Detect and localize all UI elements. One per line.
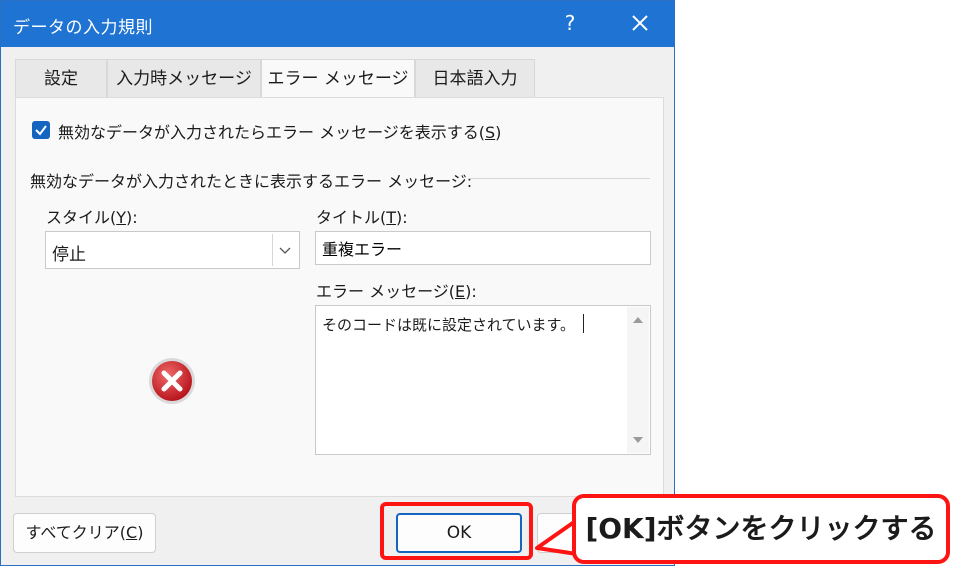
tab-settings[interactable]: 設定 <box>15 59 107 97</box>
scroll-up-icon[interactable] <box>633 317 643 323</box>
style-select-value: 停止 <box>52 245 86 265</box>
stop-error-icon <box>149 358 195 404</box>
style-label: スタイル(Y): <box>46 208 138 227</box>
select-divider <box>272 234 273 266</box>
data-validation-dialog: データの入力規則 ? 設定 入力時メッセージ エラー メッセージ 日本語入力 無… <box>0 0 675 566</box>
help-icon[interactable]: ? <box>558 11 582 35</box>
error-message-label: エラー メッセージ(E): <box>316 282 477 301</box>
show-error-checkbox[interactable] <box>32 121 50 139</box>
show-error-checkbox-label[interactable]: 無効なデータが入力されたらエラー メッセージを表示する(S) <box>58 119 501 143</box>
title-input[interactable] <box>315 231 651 265</box>
scrollbar[interactable] <box>627 307 649 453</box>
ok-highlight-box <box>380 502 533 560</box>
scroll-down-icon[interactable] <box>633 437 643 443</box>
instruction-callout: [OK]ボタンをクリックする <box>572 494 950 564</box>
tab-input-message[interactable]: 入力時メッセージ <box>107 59 261 97</box>
error-message-text: そのコードは既に設定されています。 <box>322 316 576 334</box>
group-divider <box>468 178 650 179</box>
style-select[interactable]: 停止 <box>45 231 300 269</box>
text-caret <box>583 314 584 333</box>
chevron-down-icon[interactable] <box>278 243 292 257</box>
close-icon[interactable] <box>626 9 654 37</box>
error-message-textarea[interactable]: そのコードは既に設定されています。 <box>315 305 651 455</box>
error-alert-panel: 無効なデータが入力されたらエラー メッセージを表示する(S) 無効なデータが入力… <box>15 97 664 497</box>
tab-ime-mode[interactable]: 日本語入力 <box>415 59 535 97</box>
group-label: 無効なデータが入力されたときに表示するエラー メッセージ: <box>30 172 473 191</box>
title-bar: データの入力規則 ? <box>1 1 674 47</box>
title-label: タイトル(T): <box>316 208 408 227</box>
clear-all-button[interactable]: すべてクリア(C) <box>13 513 156 553</box>
dialog-title: データの入力規則 <box>13 18 153 38</box>
tab-error-alert[interactable]: エラー メッセージ <box>261 59 415 99</box>
